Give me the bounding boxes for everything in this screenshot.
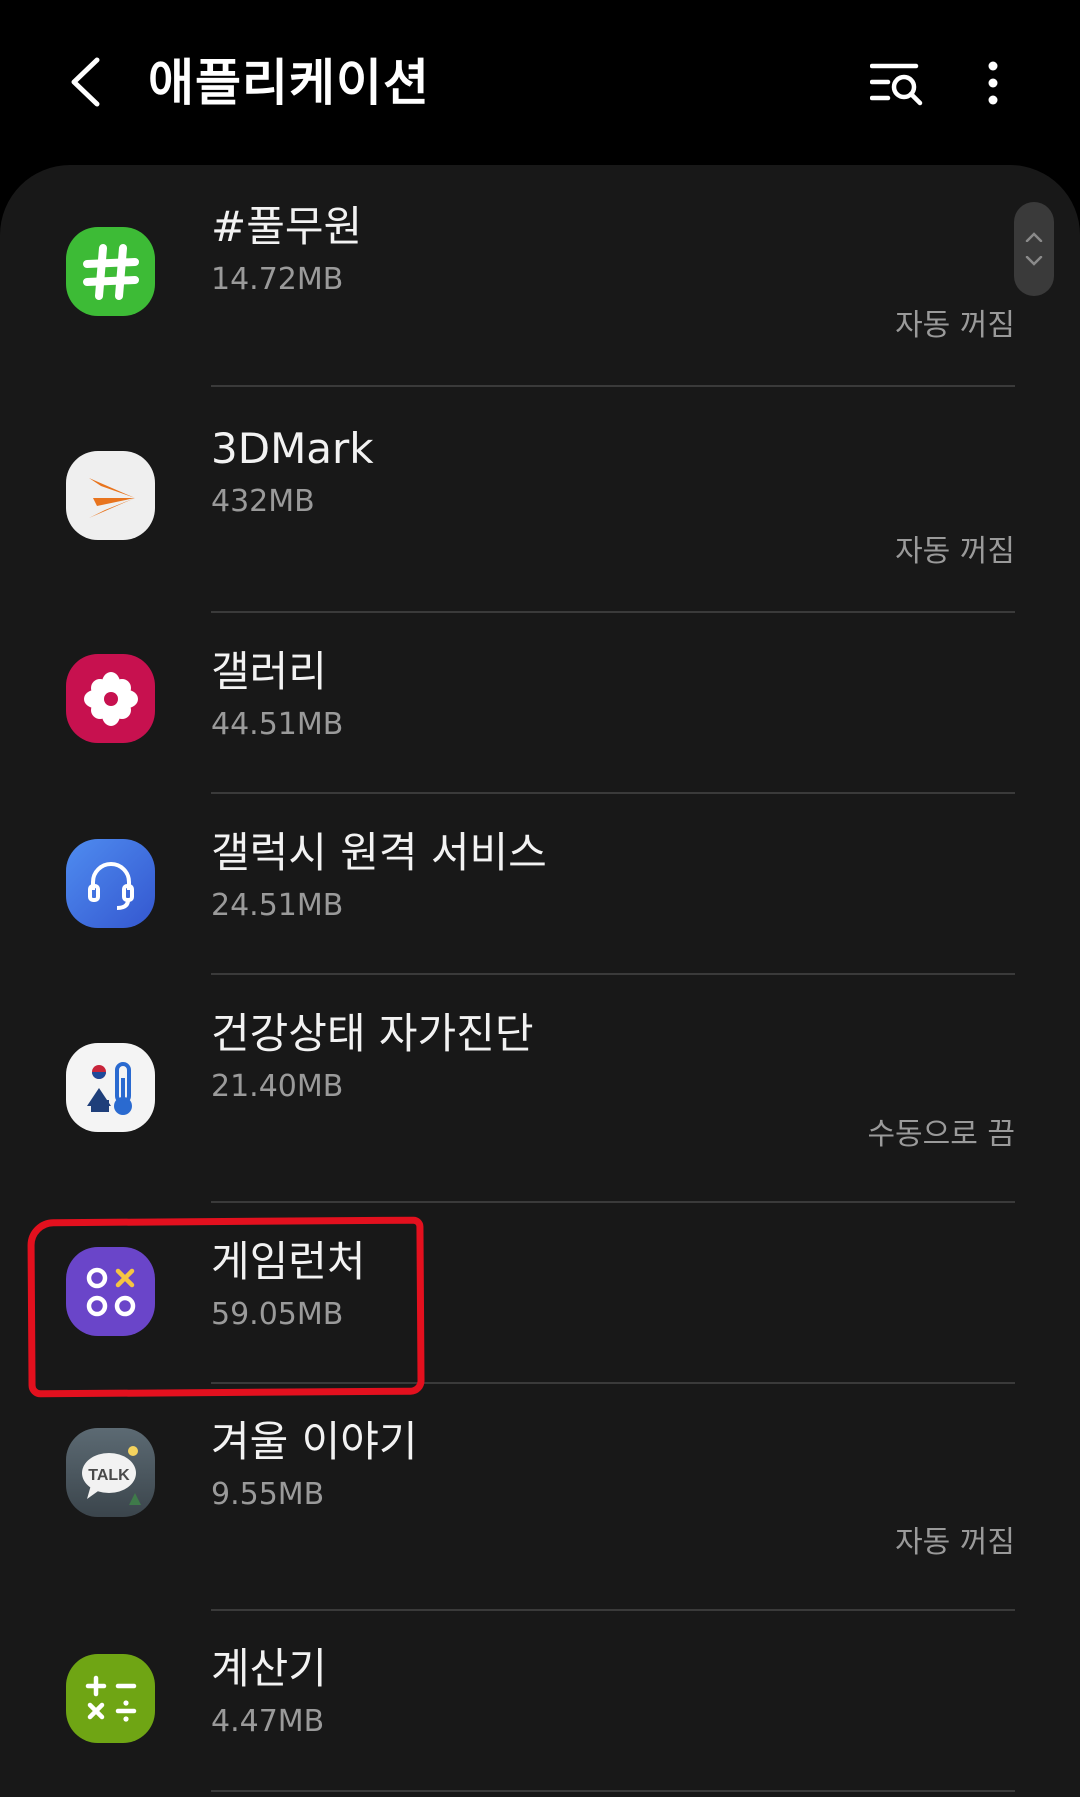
list-item[interactable]: 갤럭시 원격 서비스 24.51MB [0, 794, 1080, 975]
fast-scroll-handle[interactable] [1014, 202, 1054, 296]
remote-support-app-icon [66, 839, 155, 928]
calculator-app-icon [66, 1654, 155, 1743]
list-item[interactable]: 건강상태 자가진단 21.40MB 수동으로 끔 [0, 975, 1080, 1203]
app-size: 432MB [211, 484, 315, 519]
more-vert-icon [988, 61, 998, 105]
app-size: 21.40MB [211, 1069, 344, 1104]
3dmark-app-icon [66, 451, 155, 540]
pulmuone-app-icon [66, 227, 155, 316]
divider [211, 1790, 1015, 1792]
app-size: 24.51MB [211, 888, 344, 923]
app-name: 갤럭시 원격 서비스 [211, 828, 547, 877]
app-list[interactable]: #풀무원 14.72MB 자동 꺼짐 3DMark 432MB 자동 꺼짐 갤러… [0, 165, 1080, 1797]
health-check-app-icon [66, 1043, 155, 1132]
app-size: 44.51MB [211, 707, 344, 742]
highlight-annotation [27, 1216, 425, 1398]
list-item[interactable]: 갤러리 44.51MB [0, 613, 1080, 794]
top-app-bar: 애플리케이션 [0, 0, 1080, 165]
app-size: 14.72MB [211, 262, 344, 297]
page-title: 애플리케이션 [148, 54, 430, 112]
filter-search-button[interactable] [868, 55, 928, 111]
kakaotalk-winter-app-icon: TALK [66, 1428, 155, 1517]
app-size: 4.47MB [211, 1704, 325, 1739]
filter-search-icon [870, 63, 923, 106]
back-button[interactable] [58, 52, 112, 112]
app-name: 갤러리 [211, 647, 327, 696]
chevron-down-icon [1025, 256, 1043, 266]
svg-text:TALK: TALK [88, 1467, 130, 1484]
more-options-button[interactable] [968, 52, 1018, 114]
app-name: 건강상태 자가진단 [211, 1009, 534, 1058]
list-item[interactable]: 계산기 4.47MB [0, 1611, 1080, 1792]
app-screen: { "header": { "title": "애플리케이션", "back_i… [0, 0, 1080, 1797]
app-name: #풀무원 [211, 202, 363, 251]
gallery-app-icon [66, 654, 155, 743]
app-status: 수동으로 끔 [867, 1117, 1015, 1152]
app-name: 계산기 [211, 1644, 327, 1693]
app-size: 9.55MB [211, 1477, 325, 1512]
app-status: 자동 꺼짐 [895, 534, 1015, 569]
chevron-up-icon [1025, 232, 1043, 242]
app-name: 겨울 이야기 [211, 1417, 418, 1466]
app-name: 3DMark [211, 424, 374, 473]
app-status: 자동 꺼짐 [895, 1525, 1015, 1560]
app-status: 자동 꺼짐 [895, 308, 1015, 343]
list-item[interactable]: 3DMark 432MB 자동 꺼짐 [0, 387, 1080, 613]
back-arrow-icon [71, 57, 100, 107]
list-item[interactable]: TALK 겨울 이야기 9.55MB 자동 꺼짐 [0, 1384, 1080, 1611]
list-item[interactable]: #풀무원 14.72MB 자동 꺼짐 [0, 165, 1080, 387]
